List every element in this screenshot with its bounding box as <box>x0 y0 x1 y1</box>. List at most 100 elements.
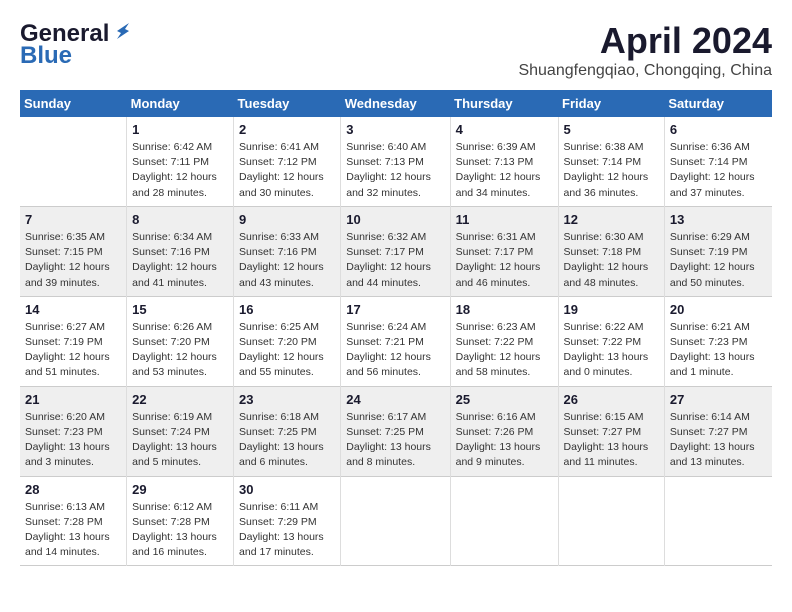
calendar-header-row: SundayMondayTuesdayWednesdayThursdayFrid… <box>20 90 772 117</box>
calendar-cell: 19 Sunrise: 6:22 AMSunset: 7:22 PMDayligh… <box>558 296 664 386</box>
day-header-saturday: Saturday <box>664 90 772 117</box>
day-info: Sunrise: 6:34 AMSunset: 7:16 PMDaylight:… <box>132 230 228 291</box>
calendar-cell: 12 Sunrise: 6:30 AMSunset: 7:18 PMDayligh… <box>558 206 664 296</box>
day-number: 7 <box>25 212 121 227</box>
day-number: 9 <box>239 212 335 227</box>
day-header-tuesday: Tuesday <box>234 90 341 117</box>
week-row-4: 21Sunrise: 6:20 AMSunset: 7:23 PMDayligh… <box>20 386 772 476</box>
calendar-cell: 24 Sunrise: 6:17 AMSunset: 7:25 PMDayligh… <box>341 386 450 476</box>
calendar-cell: 2 Sunrise: 6:41 AMSunset: 7:12 PMDaylight… <box>234 117 341 206</box>
day-number: 12 <box>564 212 659 227</box>
day-info: Sunrise: 6:24 AMSunset: 7:21 PMDaylight:… <box>346 320 444 381</box>
day-info: Sunrise: 6:21 AMSunset: 7:23 PMDaylight:… <box>670 320 767 381</box>
calendar-cell: 7 Sunrise: 6:35 AMSunset: 7:15 PMDaylight… <box>20 206 127 296</box>
title-block: April 2024 Shuangfengqiao, Chongqing, Ch… <box>518 20 772 80</box>
calendar-cell <box>20 117 127 206</box>
day-number: 30 <box>239 482 335 497</box>
day-number: 15 <box>132 302 228 317</box>
calendar-cell: 10 Sunrise: 6:32 AMSunset: 7:17 PMDayligh… <box>341 206 450 296</box>
calendar-cell <box>664 476 772 566</box>
calendar-cell <box>450 476 558 566</box>
calendar-cell: 13 Sunrise: 6:29 AMSunset: 7:19 PMDayligh… <box>664 206 772 296</box>
day-number: 16 <box>239 302 335 317</box>
day-info: Sunrise: 6:33 AMSunset: 7:16 PMDaylight:… <box>239 230 335 291</box>
day-info: Sunrise: 6:12 AMSunset: 7:28 PMDaylight:… <box>132 500 228 561</box>
calendar-cell: 29 Sunrise: 6:12 AMSunset: 7:28 PMDayligh… <box>127 476 234 566</box>
week-row-3: 14Sunrise: 6:27 AMSunset: 7:19 PMDayligh… <box>20 296 772 386</box>
day-info: Sunrise: 6:42 AMSunset: 7:11 PMDaylight:… <box>132 140 228 201</box>
day-number: 27 <box>670 392 767 407</box>
day-header-wednesday: Wednesday <box>341 90 450 117</box>
day-number: 29 <box>132 482 228 497</box>
day-number: 11 <box>456 212 553 227</box>
calendar-cell: 1 Sunrise: 6:42 AMSunset: 7:11 PMDaylight… <box>127 117 234 206</box>
day-header-friday: Friday <box>558 90 664 117</box>
day-number: 8 <box>132 212 228 227</box>
day-info: Sunrise: 6:18 AMSunset: 7:25 PMDaylight:… <box>239 410 335 471</box>
calendar-cell: 20 Sunrise: 6:21 AMSunset: 7:23 PMDayligh… <box>664 296 772 386</box>
day-info: Sunrise: 6:26 AMSunset: 7:20 PMDaylight:… <box>132 320 228 381</box>
day-info: Sunrise: 6:20 AMSunset: 7:23 PMDaylight:… <box>25 410 121 471</box>
day-number: 22 <box>132 392 228 407</box>
day-header-monday: Monday <box>127 90 234 117</box>
day-info: Sunrise: 6:22 AMSunset: 7:22 PMDaylight:… <box>564 320 659 381</box>
day-number: 3 <box>346 122 444 137</box>
day-number: 26 <box>564 392 659 407</box>
calendar-cell: 15 Sunrise: 6:26 AMSunset: 7:20 PMDayligh… <box>127 296 234 386</box>
calendar-cell: 27Sunrise: 6:14 AMSunset: 7:27 PMDayligh… <box>664 386 772 476</box>
calendar-cell: 25 Sunrise: 6:16 AMSunset: 7:26 PMDayligh… <box>450 386 558 476</box>
day-info: Sunrise: 6:17 AMSunset: 7:25 PMDaylight:… <box>346 410 444 471</box>
logo-blue: Blue <box>20 42 72 70</box>
day-info: Sunrise: 6:39 AMSunset: 7:13 PMDaylight:… <box>456 140 553 201</box>
day-info: Sunrise: 6:40 AMSunset: 7:13 PMDaylight:… <box>346 140 444 201</box>
logo: General Blue <box>20 20 133 70</box>
day-number: 20 <box>670 302 767 317</box>
day-info: Sunrise: 6:32 AMSunset: 7:17 PMDaylight:… <box>346 230 444 291</box>
day-info: Sunrise: 6:27 AMSunset: 7:19 PMDaylight:… <box>25 320 121 381</box>
day-info: Sunrise: 6:38 AMSunset: 7:14 PMDaylight:… <box>564 140 659 201</box>
day-info: Sunrise: 6:30 AMSunset: 7:18 PMDaylight:… <box>564 230 659 291</box>
week-row-2: 7 Sunrise: 6:35 AMSunset: 7:15 PMDaylight… <box>20 206 772 296</box>
day-info: Sunrise: 6:35 AMSunset: 7:15 PMDaylight:… <box>25 230 121 291</box>
calendar-cell: 30 Sunrise: 6:11 AMSunset: 7:29 PMDayligh… <box>234 476 341 566</box>
calendar-cell: 8 Sunrise: 6:34 AMSunset: 7:16 PMDaylight… <box>127 206 234 296</box>
calendar-cell <box>558 476 664 566</box>
month-title: April 2024 <box>518 20 772 62</box>
day-number: 13 <box>670 212 767 227</box>
day-number: 1 <box>132 122 228 137</box>
page-header: General Blue April 2024 Shuangfengqiao, … <box>20 20 772 80</box>
day-info: Sunrise: 6:15 AMSunset: 7:27 PMDaylight:… <box>564 410 659 471</box>
calendar-cell: 28 Sunrise: 6:13 AMSunset: 7:28 PMDayligh… <box>20 476 127 566</box>
logo-icon <box>111 21 133 43</box>
day-info: Sunrise: 6:19 AMSunset: 7:24 PMDaylight:… <box>132 410 228 471</box>
day-number: 18 <box>456 302 553 317</box>
day-info: Sunrise: 6:13 AMSunset: 7:28 PMDaylight:… <box>25 500 121 561</box>
day-number: 6 <box>670 122 767 137</box>
calendar-cell: 17Sunrise: 6:24 AMSunset: 7:21 PMDayligh… <box>341 296 450 386</box>
calendar-cell: 23 Sunrise: 6:18 AMSunset: 7:25 PMDayligh… <box>234 386 341 476</box>
week-row-1: 1 Sunrise: 6:42 AMSunset: 7:11 PMDaylight… <box>20 117 772 206</box>
day-info: Sunrise: 6:41 AMSunset: 7:12 PMDaylight:… <box>239 140 335 201</box>
calendar-cell: 11 Sunrise: 6:31 AMSunset: 7:17 PMDayligh… <box>450 206 558 296</box>
day-number: 23 <box>239 392 335 407</box>
day-number: 5 <box>564 122 659 137</box>
day-number: 4 <box>456 122 553 137</box>
day-info: Sunrise: 6:16 AMSunset: 7:26 PMDaylight:… <box>456 410 553 471</box>
day-number: 19 <box>564 302 659 317</box>
calendar-cell: 16 Sunrise: 6:25 AMSunset: 7:20 PMDayligh… <box>234 296 341 386</box>
day-number: 2 <box>239 122 335 137</box>
day-number: 10 <box>346 212 444 227</box>
calendar-cell: 6 Sunrise: 6:36 AMSunset: 7:14 PMDaylight… <box>664 117 772 206</box>
calendar-cell: 14Sunrise: 6:27 AMSunset: 7:19 PMDayligh… <box>20 296 127 386</box>
calendar-cell: 26 Sunrise: 6:15 AMSunset: 7:27 PMDayligh… <box>558 386 664 476</box>
day-number: 25 <box>456 392 553 407</box>
day-info: Sunrise: 6:11 AMSunset: 7:29 PMDaylight:… <box>239 500 335 561</box>
day-info: Sunrise: 6:31 AMSunset: 7:17 PMDaylight:… <box>456 230 553 291</box>
day-number: 24 <box>346 392 444 407</box>
day-info: Sunrise: 6:25 AMSunset: 7:20 PMDaylight:… <box>239 320 335 381</box>
calendar-cell: 5 Sunrise: 6:38 AMSunset: 7:14 PMDaylight… <box>558 117 664 206</box>
calendar-cell: 21Sunrise: 6:20 AMSunset: 7:23 PMDayligh… <box>20 386 127 476</box>
day-info: Sunrise: 6:36 AMSunset: 7:14 PMDaylight:… <box>670 140 767 201</box>
day-number: 28 <box>25 482 121 497</box>
day-info: Sunrise: 6:29 AMSunset: 7:19 PMDaylight:… <box>670 230 767 291</box>
